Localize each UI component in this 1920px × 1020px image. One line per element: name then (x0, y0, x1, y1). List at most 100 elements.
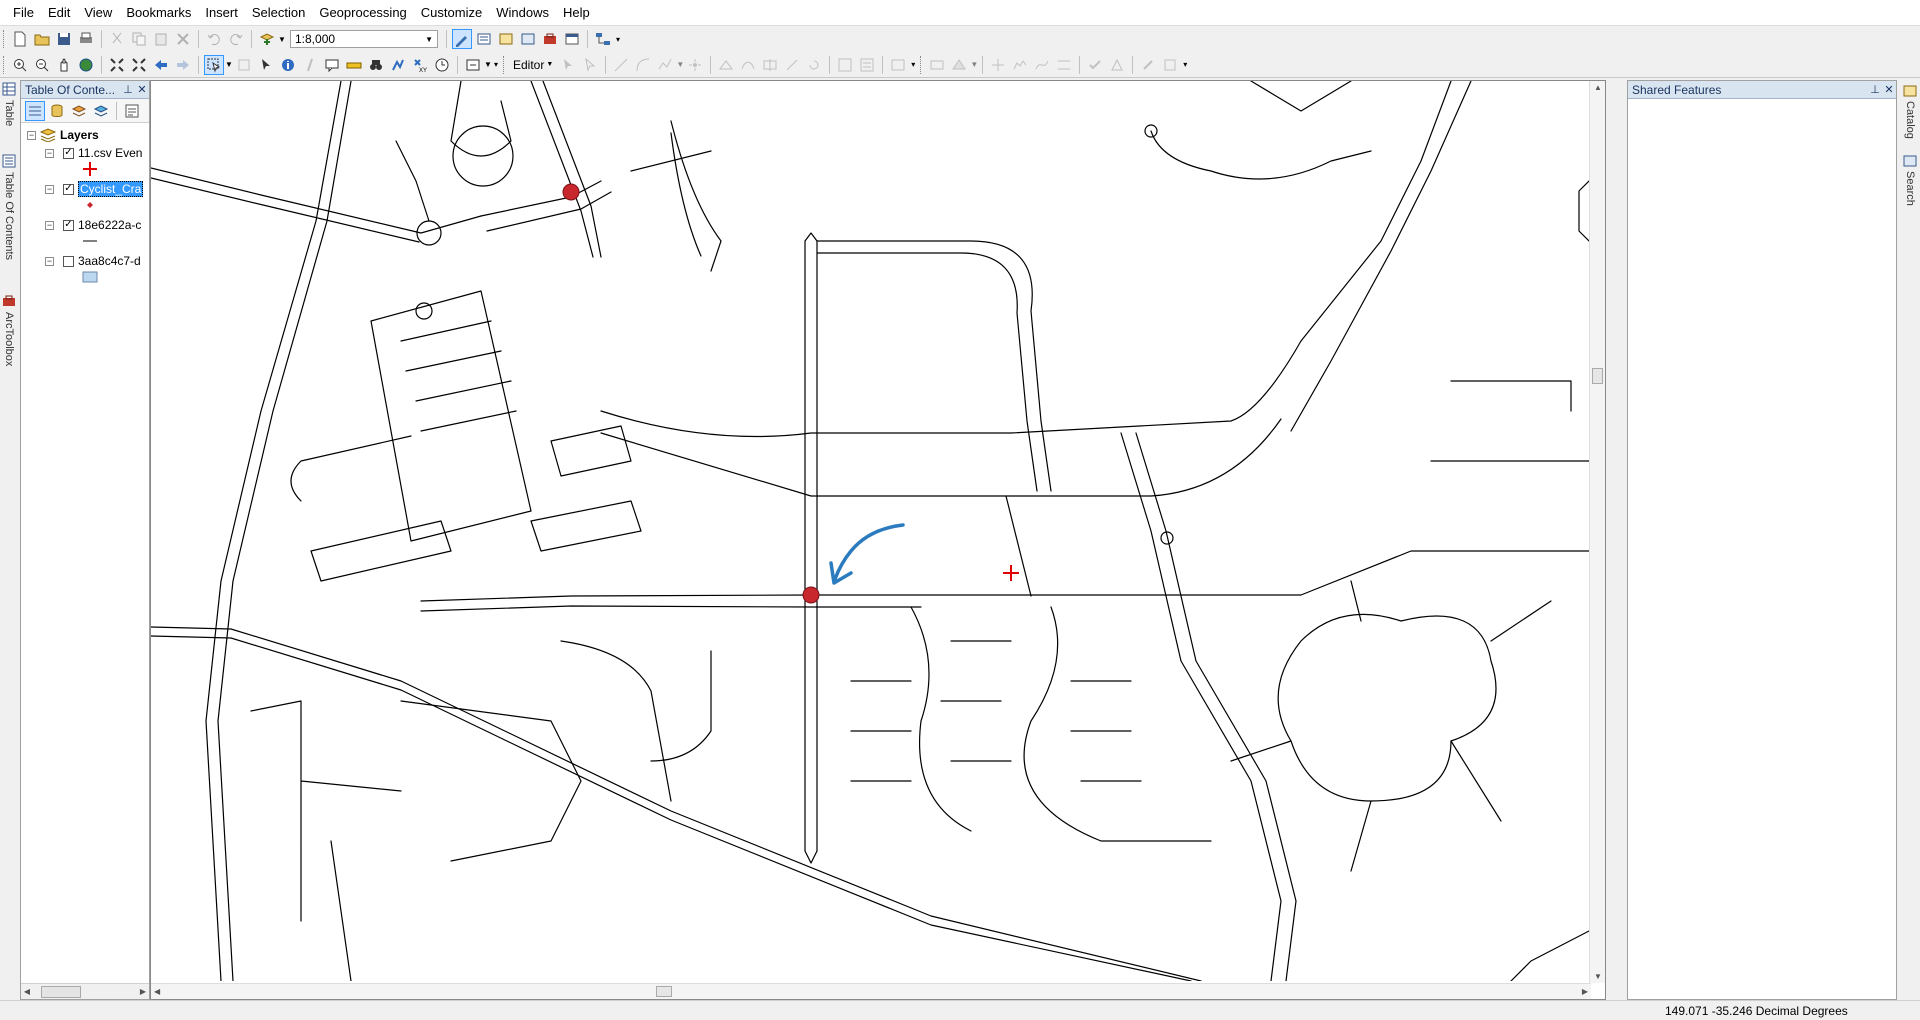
zoom-in-icon[interactable] (10, 55, 30, 75)
tab-table[interactable]: Table (1, 82, 17, 126)
measure-icon[interactable] (344, 55, 364, 75)
csv-event-cross[interactable] (1003, 565, 1019, 581)
menu-view[interactable]: View (77, 0, 119, 26)
list-by-source-icon[interactable] (47, 101, 67, 121)
menu-selection[interactable]: Selection (245, 0, 312, 26)
full-extent-globe-icon[interactable] (76, 55, 96, 75)
find-route-icon[interactable] (388, 55, 408, 75)
layer-symbol[interactable] (81, 197, 99, 213)
scroll-thumb[interactable] (41, 985, 81, 998)
align-edge-icon[interactable] (1054, 55, 1074, 75)
collapse-icon[interactable]: − (45, 184, 54, 194)
layer-symbol[interactable] (81, 161, 99, 177)
clear-selection-icon[interactable] (234, 55, 254, 75)
map-topology-icon[interactable] (1160, 55, 1180, 75)
catalog-window-icon[interactable] (496, 29, 516, 49)
new-document-icon[interactable] (10, 29, 30, 49)
split-icon[interactable] (782, 55, 802, 75)
spatial-adjustment-icon[interactable] (988, 55, 1008, 75)
collapse-icon[interactable]: − (45, 220, 54, 230)
pan-hand-icon[interactable] (54, 55, 74, 75)
fixed-zoom-in-icon[interactable] (107, 55, 127, 75)
map-vertical-scrollbar[interactable]: ▲ ▼ (1589, 81, 1605, 983)
layer-visibility-checkbox[interactable]: ✓ (63, 147, 74, 159)
list-by-selection-icon[interactable] (91, 101, 111, 121)
layer-name[interactable]: 11.csv Even (78, 146, 142, 160)
toc-horizontal-scrollbar[interactable]: ◀ ▶ (21, 983, 149, 999)
error-inspector-icon[interactable] (1107, 55, 1127, 75)
save-icon[interactable] (54, 29, 74, 49)
redo-icon[interactable] (226, 29, 246, 49)
list-by-drawing-order-icon[interactable] (25, 100, 45, 121)
menu-insert[interactable]: Insert (198, 0, 245, 26)
find-binoculars-icon[interactable] (366, 55, 386, 75)
menu-bookmarks[interactable]: Bookmarks (119, 0, 198, 26)
html-popup-icon[interactable] (322, 55, 342, 75)
forward-arrow-icon[interactable] (173, 55, 193, 75)
layer-visibility-checkbox[interactable] (63, 255, 74, 267)
topology-icon[interactable] (949, 55, 969, 75)
create-viewer-window-icon[interactable] (463, 55, 483, 75)
close-icon[interactable]: ✕ (135, 83, 149, 96)
layers-root[interactable]: − Layers (27, 127, 99, 143)
go-to-xy-icon[interactable]: XY (410, 55, 430, 75)
hyperlink-icon[interactable] (300, 55, 320, 75)
time-slider-icon[interactable] (432, 55, 452, 75)
toolbar-overflow-icon[interactable]: ▾ (1181, 55, 1189, 75)
attributes-icon[interactable] (835, 55, 855, 75)
layer-row[interactable]: − 3aa8c4c7-d (45, 253, 141, 269)
toolbar-overflow-icon[interactable]: ▾ (909, 55, 917, 75)
layer-name[interactable]: 3aa8c4c7-d (78, 254, 141, 268)
arctoolbox-window-icon[interactable] (540, 29, 560, 49)
add-data-icon[interactable] (257, 29, 277, 49)
editor-toolbar-icon[interactable] (452, 29, 472, 49)
layer-visibility-checkbox[interactable]: ✓ (63, 183, 74, 195)
create-features-icon[interactable] (888, 55, 908, 75)
layer-symbol[interactable] (81, 269, 99, 285)
construction-dropdown-icon[interactable]: ▼ (676, 55, 684, 75)
trace-icon[interactable] (655, 55, 675, 75)
georeferencing-icon[interactable] (927, 55, 947, 75)
edit-vertices-icon[interactable] (716, 55, 736, 75)
undo-icon[interactable] (204, 29, 224, 49)
end-point-arc-icon[interactable] (633, 55, 653, 75)
scroll-left-icon[interactable]: ◀ (154, 987, 160, 996)
validate-topology-icon[interactable] (1085, 55, 1105, 75)
identify-icon[interactable] (278, 55, 298, 75)
scroll-down-icon[interactable]: ▼ (1594, 972, 1602, 981)
map-canvas[interactable] (151, 81, 1589, 981)
layer-symbol[interactable] (81, 233, 99, 249)
table-of-contents-window-icon[interactable] (474, 29, 494, 49)
scroll-thumb[interactable] (1592, 368, 1603, 384)
tab-arctoolbox[interactable]: ArcToolbox (1, 294, 17, 366)
topology-dropdown-icon[interactable]: ▼ (970, 55, 978, 75)
straight-segment-icon[interactable] (611, 55, 631, 75)
toolbar-overflow-icon[interactable]: ▾ (614, 29, 622, 49)
collapse-icon[interactable]: − (27, 130, 36, 140)
editor-menu-button[interactable]: Editor ▼ (509, 58, 557, 72)
scroll-thumb[interactable] (656, 986, 672, 997)
scroll-right-icon[interactable]: ▶ (1582, 987, 1588, 996)
menu-help[interactable]: Help (556, 0, 597, 26)
edit-tool-icon[interactable] (558, 55, 578, 75)
menu-customize[interactable]: Customize (414, 0, 489, 26)
reshape-feature-icon[interactable] (738, 55, 758, 75)
cyclist-crash-point[interactable] (562, 183, 580, 201)
map-horizontal-scrollbar[interactable]: ◀ ▶ (151, 983, 1591, 999)
sketch-properties-icon[interactable] (857, 55, 877, 75)
tab-table-of-contents[interactable]: Table Of Contents (1, 154, 17, 260)
scroll-up-icon[interactable]: ▲ (1594, 83, 1602, 92)
menu-windows[interactable]: Windows (489, 0, 556, 26)
smooth-icon[interactable] (1032, 55, 1052, 75)
menu-file[interactable]: File (6, 0, 41, 26)
layer-row[interactable]: − ✓ 11.csv Even (45, 145, 142, 161)
generalize-icon[interactable] (1010, 55, 1030, 75)
edit-annotation-icon[interactable] (580, 55, 600, 75)
pin-icon[interactable]: ⊥ (1868, 83, 1882, 96)
paste-icon[interactable] (151, 29, 171, 49)
scroll-left-icon[interactable]: ◀ (21, 987, 33, 996)
search-window-icon[interactable] (518, 29, 538, 49)
fix-topology-icon[interactable] (1138, 55, 1158, 75)
print-icon[interactable] (76, 29, 96, 49)
toolbar-overflow-icon[interactable]: ▾ (492, 55, 500, 75)
